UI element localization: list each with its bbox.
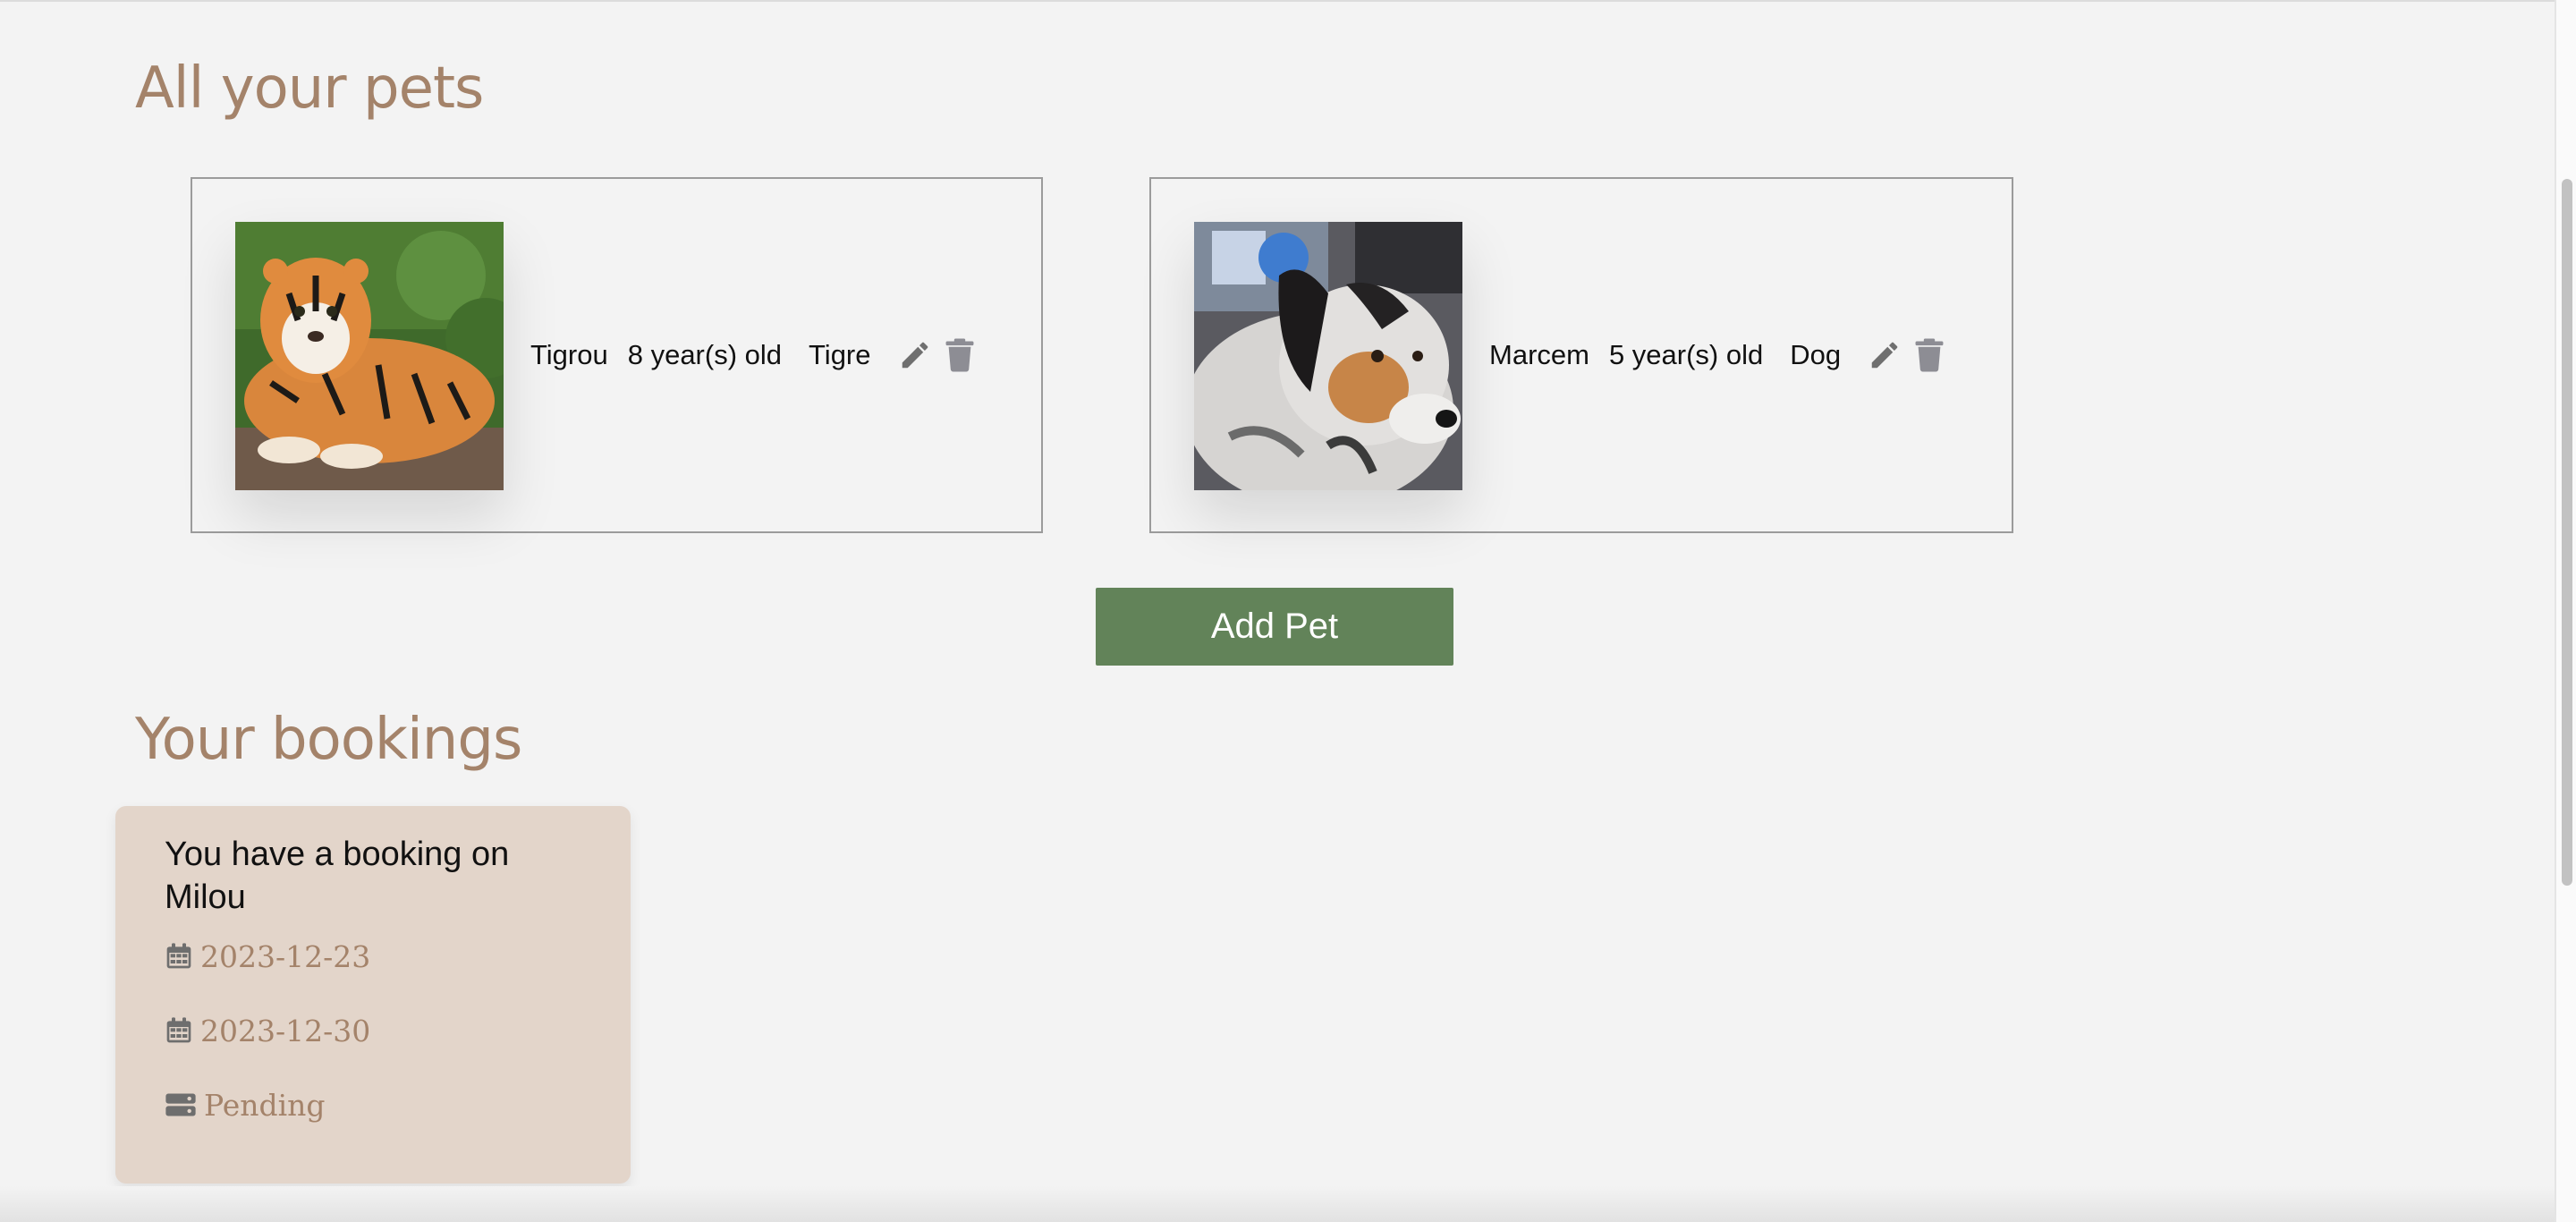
pet-species: Dog [1790, 339, 1842, 370]
booking-status-value: Pending [204, 1087, 326, 1123]
pet-card: Marcem 5 year(s) old Dog [1149, 177, 2013, 533]
trash-icon[interactable] [1914, 338, 1945, 372]
tiger-photo [235, 222, 504, 490]
pet-name: Tigrou [530, 339, 608, 370]
calendar-icon [165, 942, 193, 971]
pet-age: 8 year(s) old [627, 339, 783, 370]
pet-card: Tigrou 8 year(s) old Tigre [191, 177, 1043, 533]
calendar-icon [165, 1016, 193, 1045]
scrollbar-thumb[interactable] [2562, 179, 2572, 886]
booking-status: Pending [165, 1083, 581, 1126]
booking-start-date-value: 2023-12-23 [200, 938, 371, 974]
vertical-scrollbar[interactable] [2555, 0, 2576, 1222]
top-border [0, 0, 2555, 2]
pet-info: Tigrou 8 year(s) old Tigre [530, 179, 975, 531]
pet-name: Marcem [1489, 339, 1589, 370]
trash-icon[interactable] [945, 338, 975, 372]
booking-end-date: 2023-12-30 [165, 1009, 581, 1052]
add-pet-button[interactable]: Add Pet [1096, 588, 1453, 666]
booking-title: You have a booking on Milou [165, 836, 510, 916]
pet-info: Marcem 5 year(s) old Dog [1489, 179, 1945, 531]
server-icon [165, 1090, 197, 1119]
pencil-icon[interactable] [1868, 338, 1902, 372]
bookings-heading: Your bookings [135, 707, 522, 773]
booking-end-date-value: 2023-12-30 [200, 1013, 371, 1048]
dog-photo [1194, 222, 1462, 490]
pets-heading: All your pets [135, 55, 484, 122]
pencil-icon[interactable] [898, 338, 932, 372]
booking-card: You have a booking on Milou 2023-12-23 2… [115, 806, 631, 1184]
booking-start-date: 2023-12-23 [165, 935, 581, 978]
pet-age: 5 year(s) old [1608, 339, 1764, 370]
bottom-shade [0, 1186, 2555, 1222]
pet-species: Tigre [809, 339, 871, 370]
